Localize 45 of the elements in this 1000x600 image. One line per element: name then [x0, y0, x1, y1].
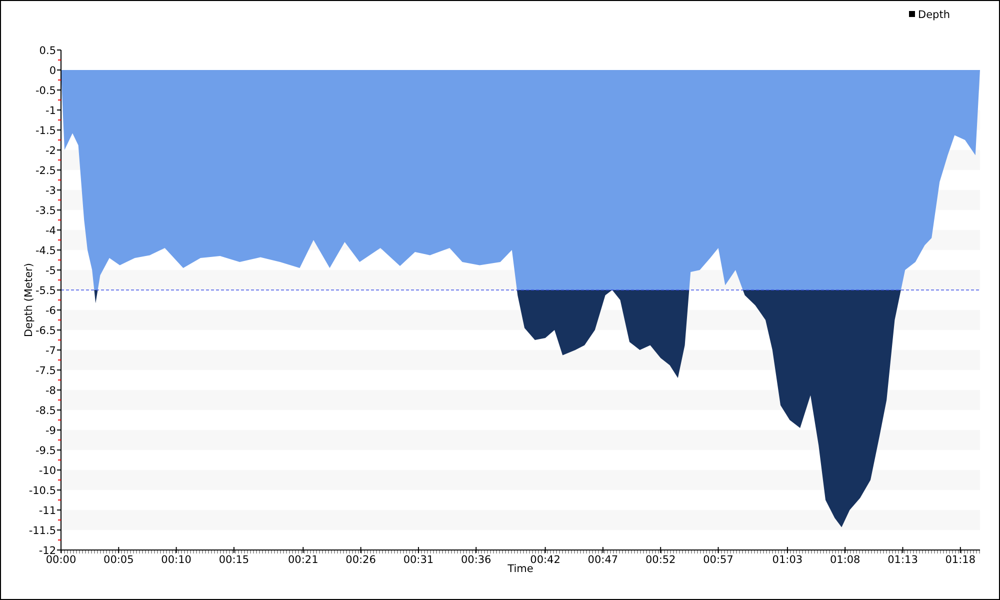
x-tick-label: 00:31 [403, 554, 434, 566]
y-tick-label: -10 [38, 465, 56, 477]
x-tick-label: 00:57 [703, 554, 734, 566]
y-tick-label: -3 [46, 185, 56, 197]
legend-swatch [909, 11, 915, 17]
y-tick-label: -1.5 [36, 125, 56, 137]
y-tick-label: -7.5 [36, 365, 56, 377]
x-axis-title: Time [508, 563, 534, 575]
x-tick-label: 01:13 [888, 554, 918, 566]
y-tick-label: -6.5 [36, 325, 56, 337]
x-tick-label: 01:18 [945, 554, 976, 566]
x-tick-label: 01:03 [772, 554, 803, 566]
x-tick-label: 00:00 [46, 554, 76, 566]
x-tick-label: 00:21 [288, 554, 318, 566]
y-tick-label: -4 [46, 225, 56, 237]
x-tick-label: 00:47 [588, 554, 618, 566]
y-tick-label: -0.5 [36, 85, 56, 97]
y-tick-label: -8 [46, 385, 56, 397]
legend-label: Depth [918, 9, 950, 21]
y-tick-label: 0.5 [39, 45, 56, 57]
y-tick-label: -5 [46, 265, 56, 277]
x-tick-label: 00:05 [104, 554, 134, 566]
y-tick-label: -4.5 [36, 245, 56, 257]
x-tick-label: 00:36 [460, 554, 492, 566]
y-tick-label: -2.5 [36, 165, 56, 177]
y-tick-label: -9 [46, 425, 56, 437]
y-tick-label: -2 [46, 145, 56, 157]
y-tick-label: -6 [46, 305, 56, 317]
y-tick-label: -7 [46, 345, 56, 357]
y-axis-title: Depth (Meter) [23, 263, 35, 337]
y-tick-label: -11 [38, 505, 56, 517]
y-tick-label: -9.5 [36, 445, 56, 457]
y-tick-label: -3.5 [36, 205, 56, 217]
y-tick-label: -10.5 [28, 485, 56, 497]
x-tick-label: 00:15 [218, 554, 250, 566]
x-tick-label: 01:08 [830, 554, 860, 566]
y-tick-label: -5.5 [36, 285, 56, 297]
x-tick-label: 00:26 [346, 554, 376, 566]
y-tick-label: 0 [49, 65, 56, 77]
x-tick-label: 00:52 [645, 554, 676, 566]
x-tick-label: 00:42 [530, 554, 560, 566]
x-tick-label: 00:10 [161, 554, 192, 566]
y-tick-label: -1 [46, 105, 56, 117]
y-tick-label: -11.5 [28, 525, 56, 537]
y-tick-label: -8.5 [36, 405, 56, 417]
